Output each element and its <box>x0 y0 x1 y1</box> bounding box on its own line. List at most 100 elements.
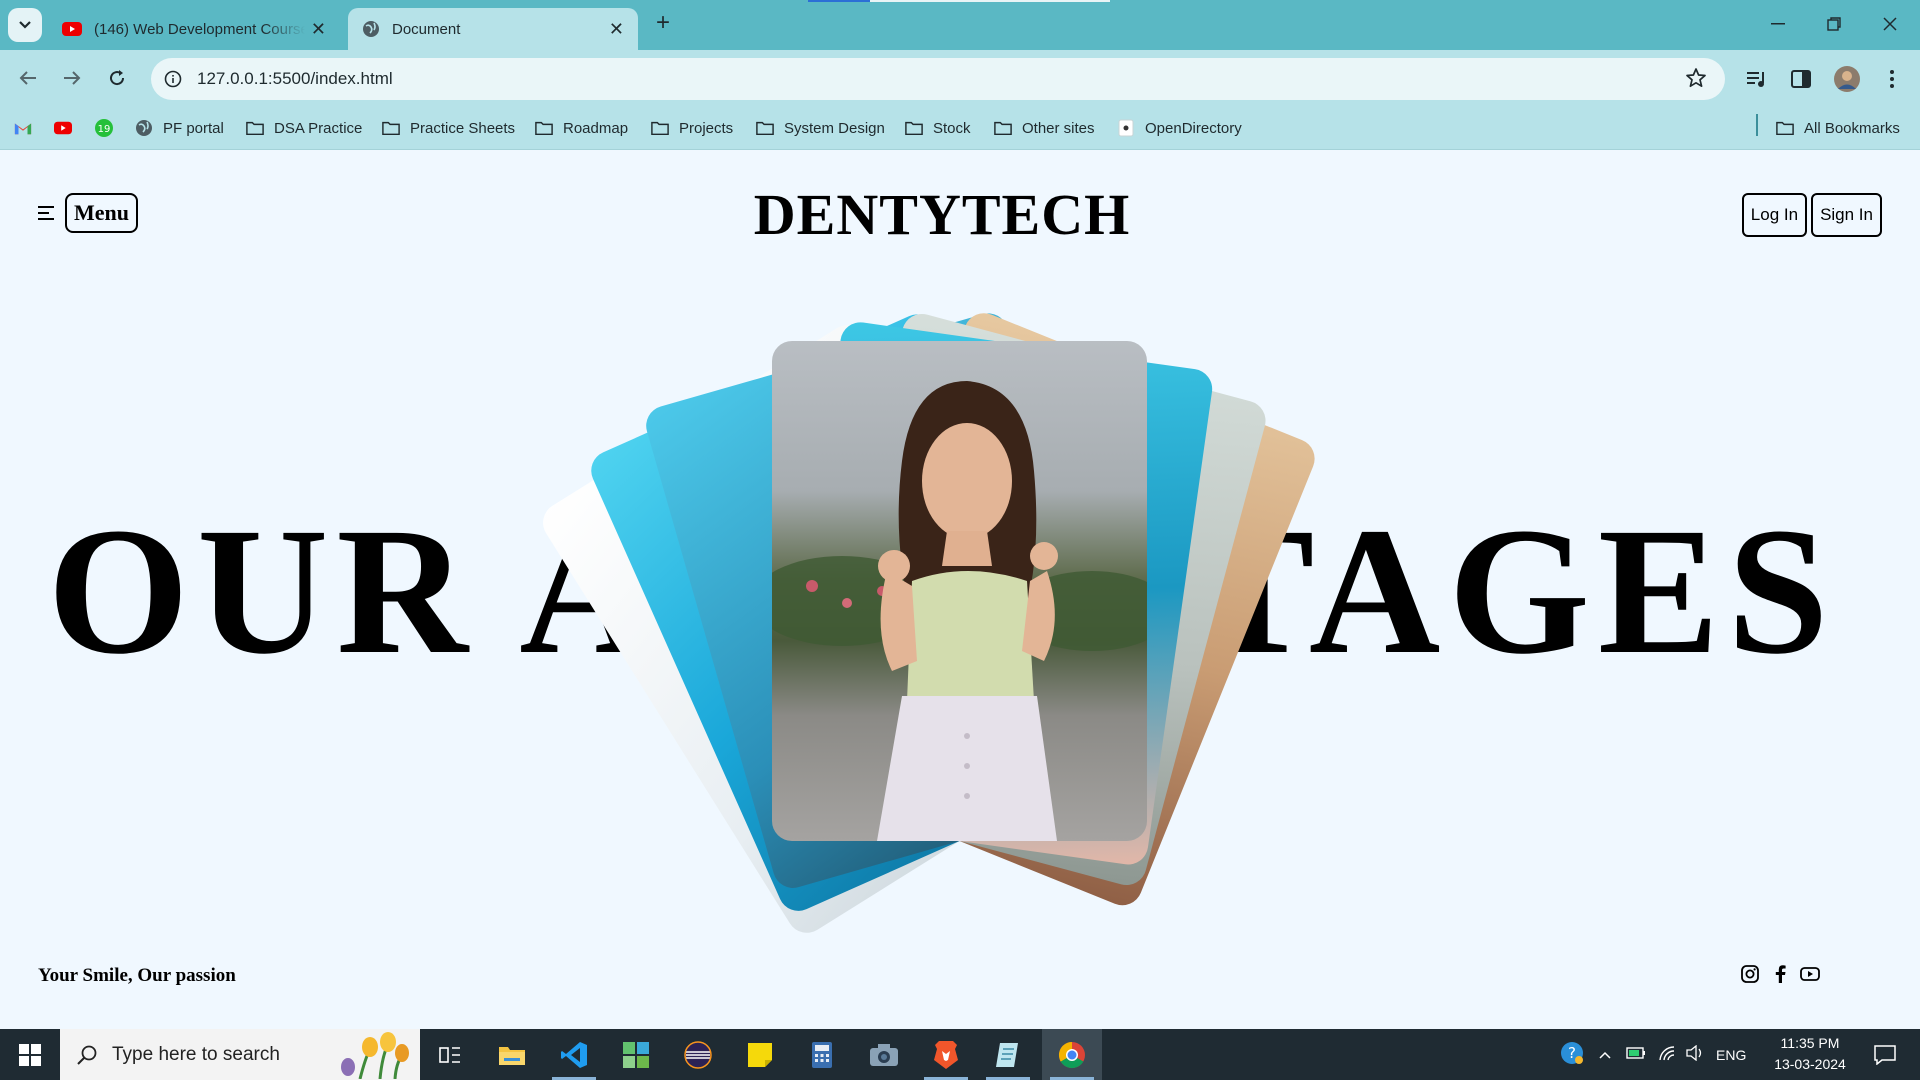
task-view-button[interactable] <box>420 1029 480 1080</box>
new-tab-button[interactable]: + <box>650 11 676 37</box>
vscode-app[interactable] <box>544 1029 604 1080</box>
browser-toolbar: 127.0.0.1:5500/index.html <box>0 50 1920 107</box>
chrome-app[interactable] <box>1042 1029 1102 1080</box>
bookmark-label: Roadmap <box>563 119 629 137</box>
close-window-button[interactable] <box>1866 6 1914 42</box>
page-icon <box>1117 119 1135 137</box>
chevron-up-icon[interactable] <box>1598 1047 1612 1063</box>
bookmarks-bar: 19 PF portal DSA Practice Practice Sheet… <box>0 107 1920 150</box>
volume-icon[interactable] <box>1686 1044 1704 1064</box>
battery-icon[interactable] <box>1626 1046 1646 1063</box>
signin-button[interactable]: Sign In <box>1811 193 1882 237</box>
restore-button[interactable] <box>1810 6 1858 42</box>
login-button[interactable]: Log In <box>1741 193 1808 237</box>
eclipse-app[interactable] <box>668 1029 728 1080</box>
bookmark-label: DSA Practice <box>274 119 363 137</box>
tab-document[interactable]: Document ✕ <box>348 8 638 50</box>
back-button[interactable] <box>12 62 44 94</box>
minimize-icon <box>1771 23 1785 25</box>
tab-search-button[interactable] <box>8 8 42 42</box>
facebook-icon[interactable] <box>1770 964 1790 984</box>
bookmark-youtube[interactable] <box>54 114 82 142</box>
folder-icon <box>246 119 264 137</box>
start-button[interactable] <box>0 1029 60 1080</box>
bookmark-star-icon[interactable] <box>1685 67 1707 94</box>
sticky-notes-app[interactable] <box>730 1029 790 1080</box>
browser-menu-button[interactable] <box>1876 63 1908 95</box>
media-controls-button[interactable] <box>1741 63 1773 95</box>
grid-icon <box>623 1041 649 1068</box>
reload-icon <box>110 70 125 86</box>
brave-app[interactable] <box>916 1029 976 1080</box>
bookmark-system-design[interactable]: System Design <box>756 114 885 142</box>
bookmark-opendirectory[interactable]: OpenDirectory <box>1117 114 1242 142</box>
file-explorer-app[interactable] <box>482 1029 542 1080</box>
bookmark-stock[interactable]: Stock <box>905 114 971 142</box>
notifications-button[interactable] <box>1855 1029 1915 1080</box>
globe-icon <box>363 21 379 37</box>
folder-icon <box>1776 119 1794 137</box>
windows-icon <box>19 1043 41 1066</box>
all-bookmarks-label: All Bookmarks <box>1804 119 1900 137</box>
globe-icon <box>135 119 153 137</box>
gmail-icon <box>14 119 32 137</box>
bookmark-gmail[interactable] <box>14 114 42 142</box>
forward-button[interactable] <box>56 62 88 94</box>
profile-avatar[interactable] <box>1831 63 1863 95</box>
brave-icon <box>934 1040 958 1069</box>
side-panel-button[interactable] <box>1785 63 1817 95</box>
tagline: Your Smile, Our passion <box>38 965 236 986</box>
wifi-icon[interactable] <box>1658 1045 1676 1064</box>
close-tab-icon[interactable]: ✕ <box>609 19 624 40</box>
arrow-left-icon <box>19 71 36 85</box>
photo-card-front <box>772 341 1147 841</box>
task-view-icon <box>439 1046 460 1063</box>
language-indicator[interactable]: ENG <box>1716 1047 1746 1063</box>
all-bookmarks[interactable]: All Bookmarks <box>1776 114 1900 142</box>
help-icon[interactable]: ? <box>1560 1041 1584 1068</box>
youtube-icon <box>54 119 72 137</box>
search-icon <box>77 1045 97 1065</box>
loading-indicator <box>808 0 870 2</box>
bookmark-projects[interactable]: Projects <box>651 114 733 142</box>
tab-youtube[interactable]: (146) Web Development Course ✕ <box>48 8 340 50</box>
tulips-illustration <box>341 1032 409 1079</box>
bookmark-dsa-practice[interactable]: DSA Practice <box>246 114 362 142</box>
bookmark-other-sites[interactable]: Other sites <box>994 114 1095 142</box>
folder-icon <box>994 119 1012 137</box>
system-tray: ? ENG <box>1560 1029 1746 1080</box>
taskbar-clock[interactable]: 11:35 PM 13-03-2024 <box>1760 1033 1860 1075</box>
youtube-icon <box>62 22 82 36</box>
arrow-right-icon <box>64 71 81 85</box>
bookmark-roadmap[interactable]: Roadmap <box>535 114 628 142</box>
bookmark-label: PF portal <box>163 119 224 137</box>
folder-icon <box>651 119 669 137</box>
spreadsheet-app[interactable] <box>606 1029 666 1080</box>
youtube-icon[interactable] <box>1800 964 1820 984</box>
bookmark-notification[interactable]: 19 <box>95 114 123 142</box>
reload-button[interactable] <box>101 62 133 94</box>
url-text: 127.0.0.1:5500/index.html <box>197 69 393 88</box>
folder-icon <box>499 1046 525 1065</box>
instagram-icon[interactable] <box>1740 964 1760 984</box>
taskbar-search[interactable]: Type here to search <box>60 1029 420 1080</box>
photo-card-stack <box>535 307 1321 941</box>
address-bar[interactable]: 127.0.0.1:5500/index.html <box>151 58 1725 100</box>
folder-icon <box>905 119 923 137</box>
chrome-icon <box>1058 1041 1085 1068</box>
bookmark-label: Practice Sheets <box>410 119 516 137</box>
folder-icon <box>756 119 774 137</box>
svg-text:?: ? <box>1568 1044 1576 1062</box>
calculator-app[interactable] <box>792 1029 852 1080</box>
loading-track <box>870 0 1110 2</box>
sticky-note-icon <box>748 1042 772 1067</box>
bookmark-pf-portal[interactable]: PF portal <box>135 114 224 142</box>
minimize-button[interactable] <box>1754 6 1802 42</box>
bookmark-practice-sheets[interactable]: Practice Sheets <box>382 114 515 142</box>
bookmarks-divider <box>1756 114 1758 136</box>
notepad-app[interactable] <box>978 1029 1038 1080</box>
vscode-icon <box>561 1041 587 1068</box>
site-info-icon[interactable] <box>161 67 185 91</box>
camera-app[interactable] <box>854 1029 914 1080</box>
close-tab-icon[interactable]: ✕ <box>311 19 326 40</box>
